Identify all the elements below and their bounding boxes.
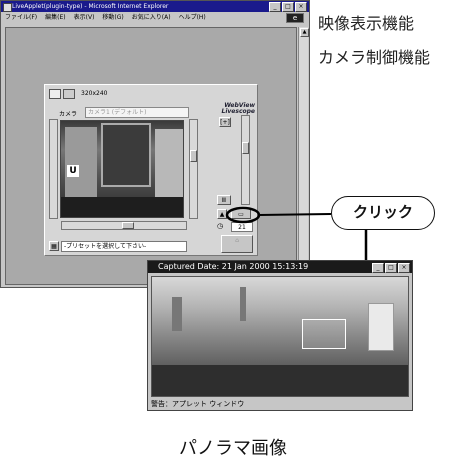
pano-minimize-button[interactable]: _ — [372, 263, 384, 273]
panorama-title: Captured Date: 21 Jan 2000 15:13:19 — [158, 262, 309, 271]
pano-close-button[interactable]: × — [398, 263, 410, 273]
building-tall-right — [368, 303, 394, 351]
panorama-window: Captured Date: 21 Jan 2000 15:13:19 _ □ … — [147, 260, 413, 411]
trees-foreground — [152, 365, 408, 396]
tower-left — [172, 297, 182, 331]
view-frame-indicator[interactable] — [302, 319, 346, 349]
panorama-caption: パノラマ画像 — [179, 438, 287, 459]
panorama-title-bar[interactable]: Captured Date: 21 Jan 2000 15:13:19 _ □ … — [148, 261, 412, 273]
pano-maximize-button[interactable]: □ — [385, 263, 397, 273]
panorama-image[interactable] — [151, 276, 409, 397]
click-callout: クリック — [331, 196, 435, 230]
applet-warning-status: 警告：アプレット ウィンドウ — [148, 398, 412, 410]
tower-mid — [240, 287, 246, 321]
